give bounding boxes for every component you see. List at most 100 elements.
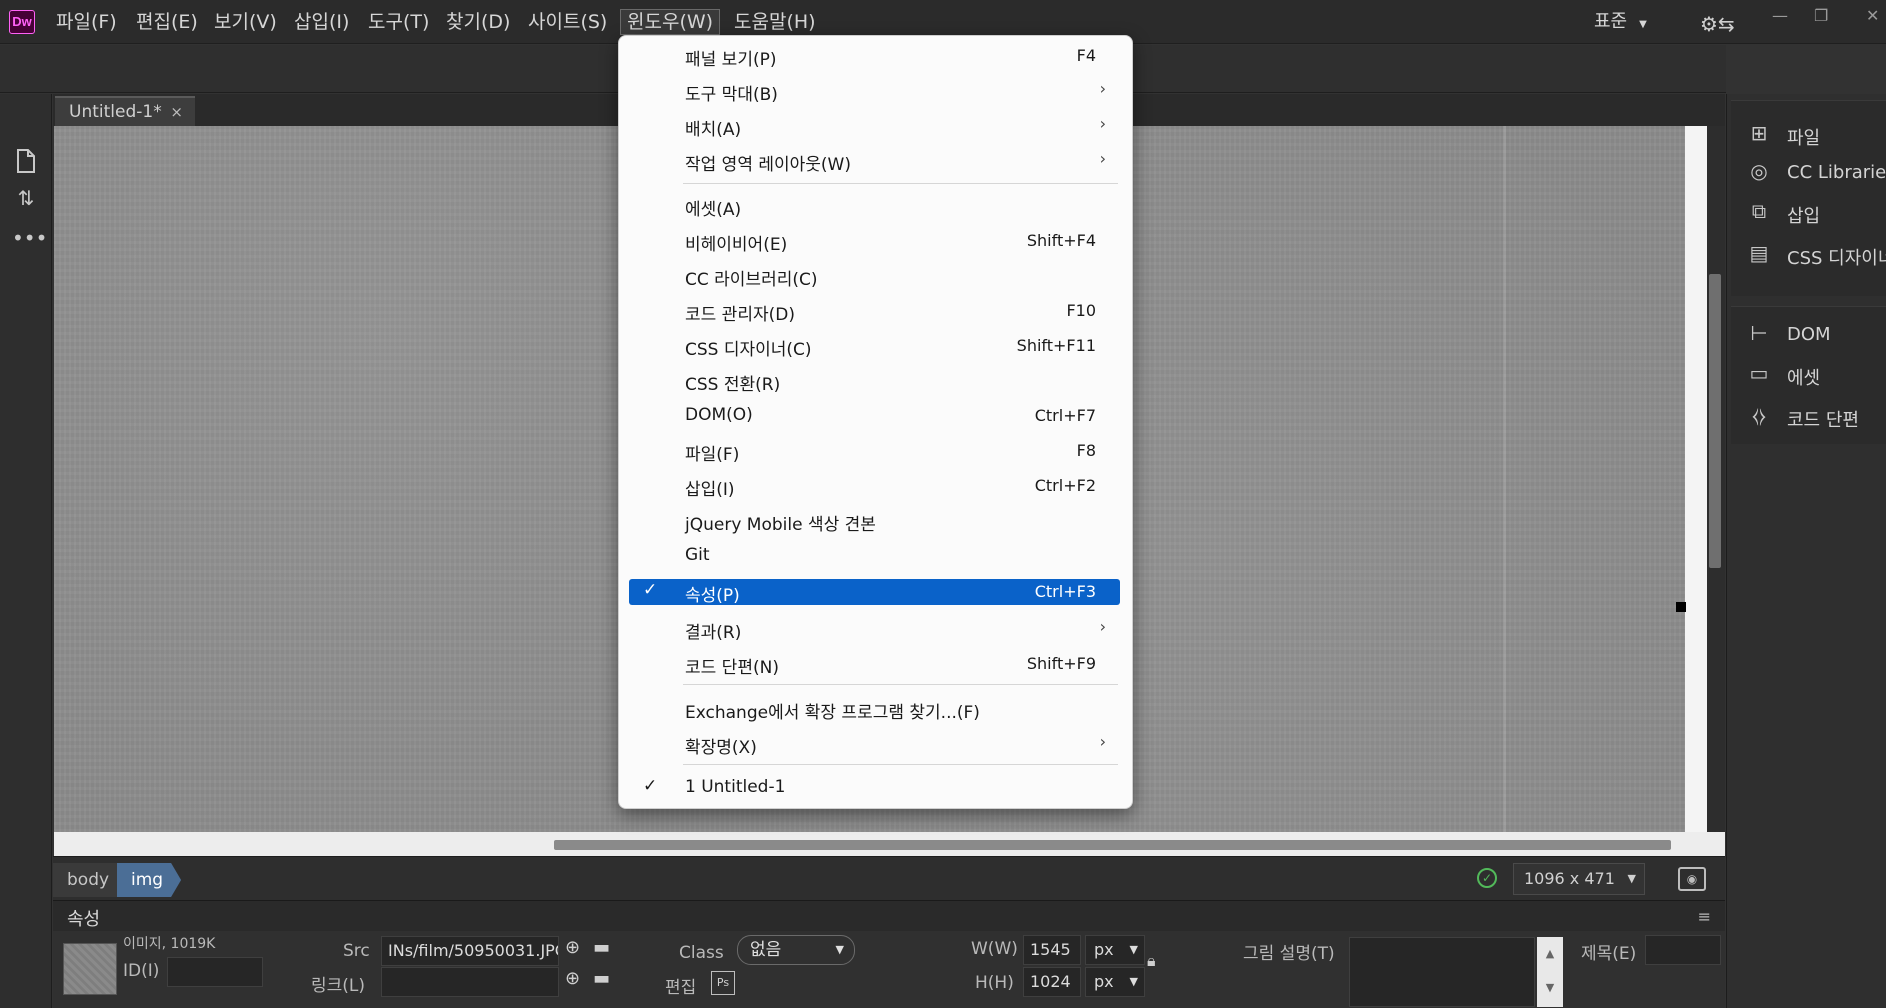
id-field[interactable]	[167, 957, 263, 987]
window-size-select[interactable]: 1096 x 471 ▼	[1513, 863, 1645, 895]
scroll-up-icon[interactable]: ▲	[1537, 937, 1563, 971]
dom-tree-icon: ⊢	[1750, 321, 1768, 345]
document-tab[interactable]: Untitled-1* ×	[55, 96, 195, 126]
menu-site[interactable]: 사이트(S)	[522, 9, 613, 35]
menu-file[interactable]: 파일(F)	[50, 9, 123, 35]
panel-label: DOM	[1787, 324, 1831, 345]
menu-item-label: 에셋(A)	[685, 200, 742, 220]
height-field[interactable]: 1024	[1023, 967, 1081, 997]
height-unit-select[interactable]: px ▼	[1085, 967, 1145, 997]
panel-dom[interactable]: ⊢ DOM	[1731, 315, 1886, 355]
right-panel-dock: ⊞ 파일 ◎ CC Libraries ⧉ 삽입 ▤ CSS 디자이너 ⊢ DO…	[1726, 94, 1886, 1008]
realtime-preview-icon[interactable]: ◉	[1678, 867, 1706, 891]
menu-tools[interactable]: 도구(T)	[362, 9, 435, 35]
alt-text-scrollbar[interactable]: ▲ ▼	[1537, 937, 1563, 1007]
horizontal-scroll-thumb[interactable]	[554, 840, 1671, 850]
menu-item-arrange[interactable]: 배치(A) ›	[629, 111, 1120, 141]
close-icon[interactable]: ✕	[1866, 6, 1879, 25]
panel-assets[interactable]: ▭ 에셋	[1731, 355, 1886, 395]
menu-item-shortcut: F10	[1066, 301, 1096, 320]
workspace-switcher[interactable]: 표준 ▼	[1594, 9, 1647, 35]
menu-item-label: jQuery Mobile 색상 견본	[685, 515, 876, 535]
menu-item-css-designer[interactable]: CSS 디자이너(C) Shift+F11	[629, 331, 1120, 361]
menu-item-find-extensions[interactable]: Exchange에서 확장 프로그램 찾기...(F)	[629, 694, 1120, 724]
horizontal-scrollbar[interactable]	[54, 832, 1725, 856]
panel-insert[interactable]: ⧉ 삽입	[1731, 193, 1886, 233]
menu-item-workspace-layout[interactable]: 작업 영역 레이아웃(W) ›	[629, 146, 1120, 176]
panel-snippets[interactable]: ⧼⧽ 코드 단편	[1731, 397, 1886, 437]
menu-view[interactable]: 보기(V)	[208, 9, 283, 35]
sync-settings-icon[interactable]: ⚙⇆	[1700, 12, 1735, 36]
breadcrumb-body[interactable]: body	[53, 863, 127, 897]
src-label: Src	[343, 941, 370, 961]
alt-text-area[interactable]	[1349, 937, 1535, 1007]
menu-item-cc-libraries[interactable]: CC 라이브러리(C)	[629, 261, 1120, 291]
class-select[interactable]: 없음 ▼	[737, 935, 855, 965]
menu-item-toolbars[interactable]: 도구 막대(B) ›	[629, 76, 1120, 106]
menu-find[interactable]: 찾기(D)	[440, 9, 516, 35]
menu-item-files[interactable]: 파일(F) F8	[629, 436, 1120, 466]
lock-icon[interactable]: 🔒︎	[1147, 951, 1156, 971]
menu-item-results[interactable]: 결과(R) ›	[629, 614, 1120, 644]
scroll-down-icon[interactable]: ▼	[1537, 971, 1563, 1005]
menu-item-label: 작업 영역 레이아웃(W)	[685, 155, 852, 175]
width-unit-select[interactable]: px ▼	[1085, 935, 1145, 965]
id-label: ID(I)	[123, 961, 160, 981]
restore-icon[interactable]: ❐	[1814, 6, 1828, 25]
title-field[interactable]	[1645, 935, 1721, 965]
minimize-icon[interactable]: —	[1772, 6, 1788, 25]
menu-item-assets[interactable]: 에셋(A)	[629, 191, 1120, 221]
menu-item-label: 확장명(X)	[685, 738, 757, 758]
point-to-file-icon[interactable]: ⊕	[565, 968, 580, 989]
menu-item-dom[interactable]: DOM(O) Ctrl+F7	[629, 401, 1120, 431]
menu-item-label: CSS 디자이너(C)	[685, 340, 812, 360]
menu-item-label: 도구 막대(B)	[685, 85, 778, 105]
menu-help[interactable]: 도움말(H)	[728, 9, 822, 35]
panel-cc-libraries[interactable]: ◎ CC Libraries	[1731, 153, 1886, 193]
vertical-scrollbar[interactable]	[1707, 126, 1725, 832]
sitemap-icon: ⊞	[1750, 121, 1768, 145]
resize-handle[interactable]	[1676, 602, 1686, 612]
menu-edit[interactable]: 편집(E)	[130, 9, 204, 35]
menu-item-css-transitions[interactable]: CSS 전환(R)	[629, 366, 1120, 396]
point-to-file-icon[interactable]: ⊕	[565, 937, 580, 958]
link-field[interactable]	[381, 967, 559, 997]
snippet-icon: ⧼⧽	[1752, 403, 1766, 427]
transfer-icon[interactable]: ⇅	[12, 186, 40, 214]
more-icon[interactable]: •••	[12, 226, 47, 254]
folder-icon[interactable]: ▬	[593, 937, 610, 958]
menu-window[interactable]: 윈도우(W)	[620, 9, 721, 35]
width-field[interactable]: 1545	[1023, 935, 1081, 965]
photoshop-edit-icon[interactable]: Ps	[711, 971, 735, 995]
menu-item-snippets[interactable]: 코드 단편(N) Shift+F9	[629, 649, 1120, 679]
briefcase-icon: ▭	[1749, 361, 1769, 385]
menu-item-label: 결과(R)	[685, 623, 742, 643]
menu-item-label: 배치(A)	[685, 120, 742, 140]
src-field[interactable]: INs/film/50950031.JPG	[381, 936, 559, 966]
vertical-scroll-thumb[interactable]	[1709, 274, 1721, 568]
folder-icon[interactable]: ▬	[593, 968, 610, 989]
link-label: 링크(L)	[311, 976, 366, 996]
breadcrumb-img[interactable]: img	[117, 863, 181, 897]
panel-label: CSS 디자이너	[1787, 248, 1886, 269]
menu-item-panels[interactable]: 패널 보기(P) F4	[629, 41, 1120, 71]
new-document-icon[interactable]	[12, 148, 40, 176]
panel-menu-icon[interactable]: ≡	[1698, 907, 1711, 926]
menu-item-behaviors[interactable]: 비헤이비어(E) Shift+F4	[629, 226, 1120, 256]
menu-item-code-navigator[interactable]: 코드 관리자(D) F10	[629, 296, 1120, 326]
menu-item-properties[interactable]: ✓ 속성(P) Ctrl+F3	[629, 579, 1120, 606]
chevron-right-icon: ›	[1099, 617, 1106, 636]
tab-close-icon[interactable]: ×	[170, 98, 183, 126]
menu-item-git[interactable]: Git	[629, 541, 1120, 571]
menu-item-extensions[interactable]: 확장명(X) ›	[629, 729, 1120, 759]
edit-label: 편집	[665, 978, 697, 998]
creative-cloud-icon: ◎	[1750, 159, 1768, 183]
menu-item-open-document[interactable]: ✓ 1 Untitled-1	[629, 773, 1120, 803]
panel-css-designer[interactable]: ▤ CSS 디자이너	[1731, 235, 1886, 275]
menu-insert[interactable]: 삽입(I)	[288, 9, 355, 35]
menu-item-jquery-swatches[interactable]: jQuery Mobile 색상 견본	[629, 506, 1120, 536]
menu-item-shortcut: Ctrl+F3	[1034, 582, 1096, 601]
menu-item-insert[interactable]: 삽입(I) Ctrl+F2	[629, 471, 1120, 501]
chevron-down-icon: ▼	[835, 943, 844, 956]
panel-files[interactable]: ⊞ 파일	[1731, 115, 1886, 155]
